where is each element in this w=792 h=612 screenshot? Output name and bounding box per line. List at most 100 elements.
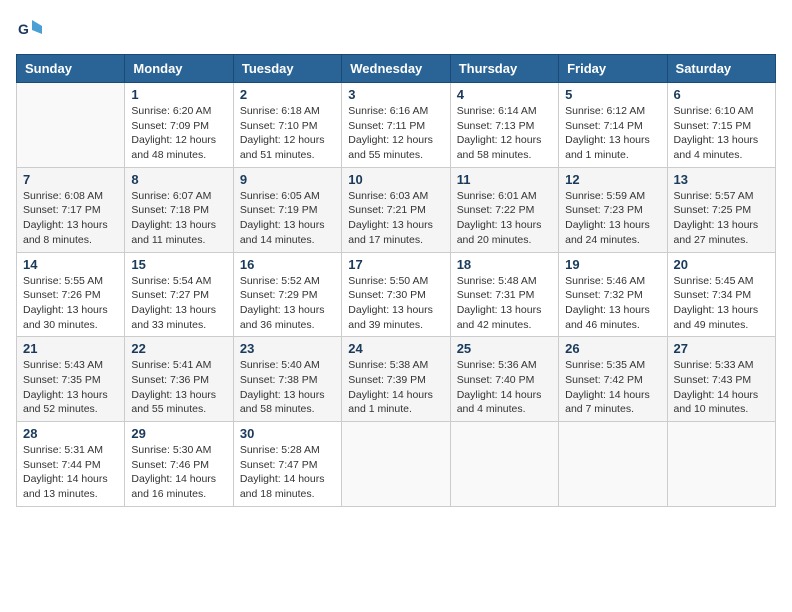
- week-row-4: 21 Sunrise: 5:43 AM Sunset: 7:35 PM Dayli…: [17, 337, 776, 422]
- calendar-cell: 5 Sunrise: 6:12 AM Sunset: 7:14 PM Daylig…: [559, 83, 667, 168]
- day-number: 1: [131, 87, 226, 102]
- logo: G: [16, 16, 46, 44]
- day-number: 7: [23, 172, 118, 187]
- day-detail: Sunrise: 6:07 AM Sunset: 7:18 PM Dayligh…: [131, 189, 226, 248]
- calendar-cell: 24 Sunrise: 5:38 AM Sunset: 7:39 PM Dayli…: [342, 337, 450, 422]
- day-number: 22: [131, 341, 226, 356]
- day-detail: Sunrise: 5:30 AM Sunset: 7:46 PM Dayligh…: [131, 443, 226, 502]
- page-header: G: [16, 16, 776, 44]
- weekday-header-thursday: Thursday: [450, 55, 558, 83]
- day-number: 4: [457, 87, 552, 102]
- weekday-header-friday: Friday: [559, 55, 667, 83]
- calendar-cell: 17 Sunrise: 5:50 AM Sunset: 7:30 PM Dayli…: [342, 252, 450, 337]
- calendar-cell: 29 Sunrise: 5:30 AM Sunset: 7:46 PM Dayli…: [125, 422, 233, 507]
- calendar-cell: 9Sunrise: 6:05 AM Sunset: 7:19 PM Daylig…: [233, 167, 341, 252]
- day-detail: Sunrise: 5:40 AM Sunset: 7:38 PM Dayligh…: [240, 358, 335, 417]
- calendar-cell: [17, 83, 125, 168]
- day-detail: Sunrise: 5:28 AM Sunset: 7:47 PM Dayligh…: [240, 443, 335, 502]
- calendar-cell: 27Sunrise: 5:33 AM Sunset: 7:43 PM Dayli…: [667, 337, 775, 422]
- weekday-header-tuesday: Tuesday: [233, 55, 341, 83]
- calendar-header-row: SundayMondayTuesdayWednesdayThursdayFrid…: [17, 55, 776, 83]
- day-detail: Sunrise: 5:48 AM Sunset: 7:31 PM Dayligh…: [457, 274, 552, 333]
- calendar-cell: 20 Sunrise: 5:45 AM Sunset: 7:34 PM Dayli…: [667, 252, 775, 337]
- weekday-header-wednesday: Wednesday: [342, 55, 450, 83]
- weekday-header-saturday: Saturday: [667, 55, 775, 83]
- day-number: 29: [131, 426, 226, 441]
- day-number: 3: [348, 87, 443, 102]
- day-detail: Sunrise: 6:12 AM Sunset: 7:14 PM Dayligh…: [565, 104, 660, 163]
- day-detail: Sunrise: 6:20 AM Sunset: 7:09 PM Dayligh…: [131, 104, 226, 163]
- calendar-cell: 22 Sunrise: 5:41 AM Sunset: 7:36 PM Dayli…: [125, 337, 233, 422]
- day-detail: Sunrise: 5:31 AM Sunset: 7:44 PM Dayligh…: [23, 443, 118, 502]
- calendar-cell: 26 Sunrise: 5:35 AM Sunset: 7:42 PM Dayli…: [559, 337, 667, 422]
- day-detail: Sunrise: 5:55 AM Sunset: 7:26 PM Dayligh…: [23, 274, 118, 333]
- day-detail: Sunrise: 5:43 AM Sunset: 7:35 PM Dayligh…: [23, 358, 118, 417]
- day-number: 5: [565, 87, 660, 102]
- weekday-header-monday: Monday: [125, 55, 233, 83]
- day-detail: Sunrise: 6:14 AM Sunset: 7:13 PM Dayligh…: [457, 104, 552, 163]
- day-number: 30: [240, 426, 335, 441]
- day-number: 8: [131, 172, 226, 187]
- calendar-cell: 10 Sunrise: 6:03 AM Sunset: 7:21 PM Dayli…: [342, 167, 450, 252]
- day-detail: Sunrise: 5:59 AM Sunset: 7:23 PM Dayligh…: [565, 189, 660, 248]
- day-detail: Sunrise: 5:50 AM Sunset: 7:30 PM Dayligh…: [348, 274, 443, 333]
- calendar-cell: [559, 422, 667, 507]
- day-number: 19: [565, 257, 660, 272]
- day-detail: Sunrise: 5:45 AM Sunset: 7:34 PM Dayligh…: [674, 274, 769, 333]
- day-number: 28: [23, 426, 118, 441]
- calendar-cell: 3 Sunrise: 6:16 AM Sunset: 7:11 PM Daylig…: [342, 83, 450, 168]
- day-number: 20: [674, 257, 769, 272]
- day-detail: Sunrise: 6:16 AM Sunset: 7:11 PM Dayligh…: [348, 104, 443, 163]
- calendar-cell: 12 Sunrise: 5:59 AM Sunset: 7:23 PM Dayli…: [559, 167, 667, 252]
- day-number: 10: [348, 172, 443, 187]
- calendar-cell: 13 Sunrise: 5:57 AM Sunset: 7:25 PM Dayli…: [667, 167, 775, 252]
- day-detail: Sunrise: 6:01 AM Sunset: 7:22 PM Dayligh…: [457, 189, 552, 248]
- calendar-cell: 1 Sunrise: 6:20 AM Sunset: 7:09 PM Daylig…: [125, 83, 233, 168]
- day-detail: Sunrise: 6:10 AM Sunset: 7:15 PM Dayligh…: [674, 104, 769, 163]
- day-number: 26: [565, 341, 660, 356]
- day-number: 15: [131, 257, 226, 272]
- day-detail: Sunrise: 5:57 AM Sunset: 7:25 PM Dayligh…: [674, 189, 769, 248]
- calendar-cell: 21 Sunrise: 5:43 AM Sunset: 7:35 PM Dayli…: [17, 337, 125, 422]
- day-number: 18: [457, 257, 552, 272]
- day-number: 17: [348, 257, 443, 272]
- logo-icon: G: [16, 16, 44, 44]
- calendar-cell: 18 Sunrise: 5:48 AM Sunset: 7:31 PM Dayli…: [450, 252, 558, 337]
- day-number: 24: [348, 341, 443, 356]
- calendar-cell: 6 Sunrise: 6:10 AM Sunset: 7:15 PM Daylig…: [667, 83, 775, 168]
- day-number: 9: [240, 172, 335, 187]
- calendar-cell: 11 Sunrise: 6:01 AM Sunset: 7:22 PM Dayli…: [450, 167, 558, 252]
- day-detail: Sunrise: 5:36 AM Sunset: 7:40 PM Dayligh…: [457, 358, 552, 417]
- day-detail: Sunrise: 5:33 AM Sunset: 7:43 PM Dayligh…: [674, 358, 769, 417]
- day-number: 13: [674, 172, 769, 187]
- day-detail: Sunrise: 6:03 AM Sunset: 7:21 PM Dayligh…: [348, 189, 443, 248]
- calendar-cell: 4 Sunrise: 6:14 AM Sunset: 7:13 PM Daylig…: [450, 83, 558, 168]
- day-detail: Sunrise: 5:41 AM Sunset: 7:36 PM Dayligh…: [131, 358, 226, 417]
- calendar-cell: [342, 422, 450, 507]
- day-detail: Sunrise: 5:52 AM Sunset: 7:29 PM Dayligh…: [240, 274, 335, 333]
- day-number: 16: [240, 257, 335, 272]
- calendar-cell: 14 Sunrise: 5:55 AM Sunset: 7:26 PM Dayli…: [17, 252, 125, 337]
- calendar-cell: 7 Sunrise: 6:08 AM Sunset: 7:17 PM Daylig…: [17, 167, 125, 252]
- day-number: 6: [674, 87, 769, 102]
- calendar-cell: 25 Sunrise: 5:36 AM Sunset: 7:40 PM Dayli…: [450, 337, 558, 422]
- day-detail: Sunrise: 5:38 AM Sunset: 7:39 PM Dayligh…: [348, 358, 443, 417]
- day-detail: Sunrise: 6:18 AM Sunset: 7:10 PM Dayligh…: [240, 104, 335, 163]
- day-number: 25: [457, 341, 552, 356]
- day-number: 2: [240, 87, 335, 102]
- calendar-cell: 15 Sunrise: 5:54 AM Sunset: 7:27 PM Dayli…: [125, 252, 233, 337]
- day-detail: Sunrise: 5:54 AM Sunset: 7:27 PM Dayligh…: [131, 274, 226, 333]
- day-number: 12: [565, 172, 660, 187]
- calendar-cell: 23 Sunrise: 5:40 AM Sunset: 7:38 PM Dayli…: [233, 337, 341, 422]
- calendar-cell: 8 Sunrise: 6:07 AM Sunset: 7:18 PM Daylig…: [125, 167, 233, 252]
- day-number: 21: [23, 341, 118, 356]
- day-number: 14: [23, 257, 118, 272]
- calendar-table: SundayMondayTuesdayWednesdayThursdayFrid…: [16, 54, 776, 507]
- day-detail: Sunrise: 5:35 AM Sunset: 7:42 PM Dayligh…: [565, 358, 660, 417]
- calendar-cell: 16 Sunrise: 5:52 AM Sunset: 7:29 PM Dayli…: [233, 252, 341, 337]
- svg-text:G: G: [18, 21, 29, 37]
- calendar-cell: 19Sunrise: 5:46 AM Sunset: 7:32 PM Dayli…: [559, 252, 667, 337]
- day-detail: Sunrise: 6:08 AM Sunset: 7:17 PM Dayligh…: [23, 189, 118, 248]
- day-number: 23: [240, 341, 335, 356]
- day-number: 11: [457, 172, 552, 187]
